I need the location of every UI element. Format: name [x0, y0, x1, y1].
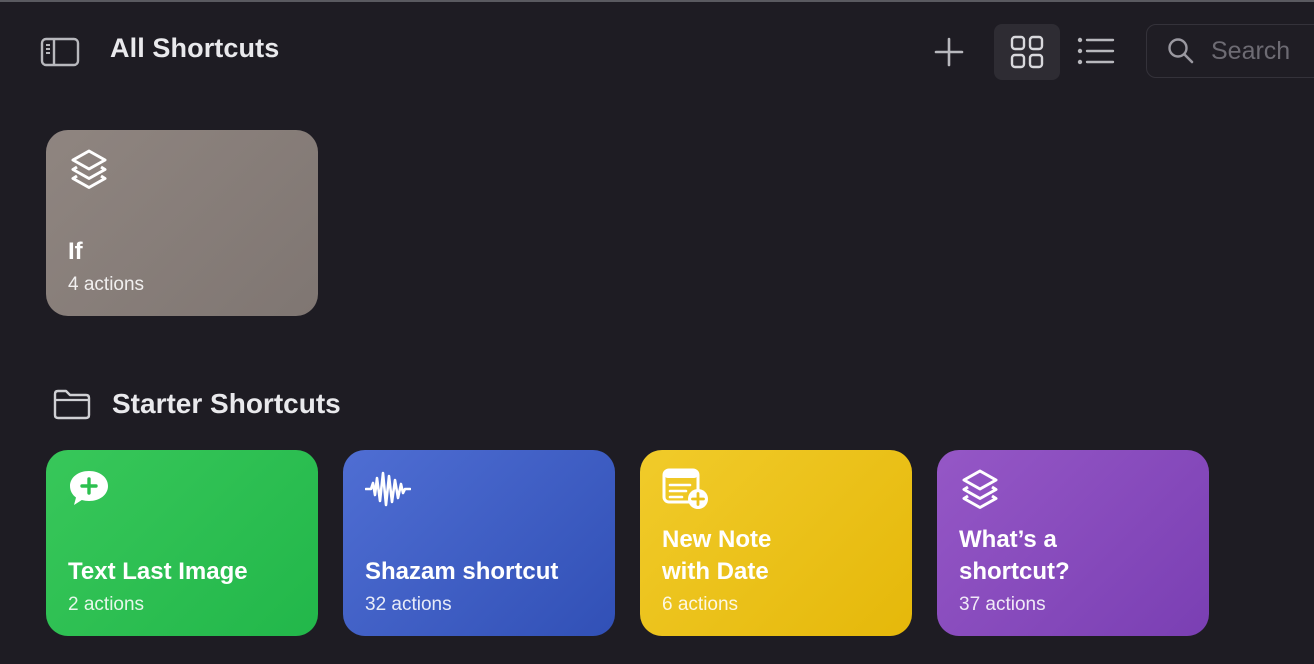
shortcut-card-whats-a-shortcut[interactable]: What’s a shortcut? 37 actions — [937, 450, 1209, 636]
sidebar-toggle-button[interactable] — [38, 35, 82, 69]
shortcut-action-count: 2 actions — [68, 594, 145, 615]
shortcut-name: What’s a shortcut? — [959, 526, 1070, 585]
folder-icon — [53, 389, 91, 420]
list-view-button[interactable] — [1070, 28, 1122, 74]
layers-icon — [962, 469, 998, 509]
note-plus-icon — [662, 468, 708, 509]
shortcut-action-count: 6 actions — [662, 594, 739, 615]
search-field[interactable] — [1146, 24, 1314, 78]
shortcut-card-shazam[interactable]: Shazam shortcut 32 actions — [343, 450, 615, 636]
grid-icon — [1010, 35, 1044, 69]
shortcut-action-count: 37 actions — [959, 594, 1046, 615]
shortcut-action-count: 32 actions — [365, 594, 452, 615]
grid-view-button[interactable] — [994, 24, 1060, 80]
layers-icon — [71, 149, 107, 189]
message-plus-icon — [70, 471, 108, 505]
page-title: All Shortcuts — [110, 33, 280, 63]
shortcut-name: Text Last Image — [68, 558, 248, 585]
shortcut-action-count: 4 actions — [68, 274, 145, 295]
shortcut-name: New Note with Date — [662, 526, 772, 585]
section-title: Starter Shortcuts — [112, 388, 341, 419]
search-input[interactable] — [1209, 35, 1314, 67]
sidebar-icon — [40, 37, 80, 67]
window-top-border — [0, 0, 1314, 2]
starter-shortcuts-header[interactable]: Starter Shortcuts — [52, 388, 341, 420]
shortcut-card-text-last-image[interactable]: Text Last Image 2 actions — [46, 450, 318, 636]
plus-icon — [934, 37, 964, 67]
shortcut-card-new-note[interactable]: New Note with Date 6 actions — [640, 450, 912, 636]
waveform-icon — [365, 471, 411, 507]
list-icon — [1077, 37, 1115, 65]
add-shortcut-button[interactable] — [927, 30, 971, 74]
shortcut-name: If — [68, 238, 83, 265]
shortcut-card-if[interactable]: If 4 actions — [46, 130, 318, 316]
search-icon — [1168, 38, 1194, 64]
shortcut-name: Shazam shortcut — [365, 558, 559, 585]
